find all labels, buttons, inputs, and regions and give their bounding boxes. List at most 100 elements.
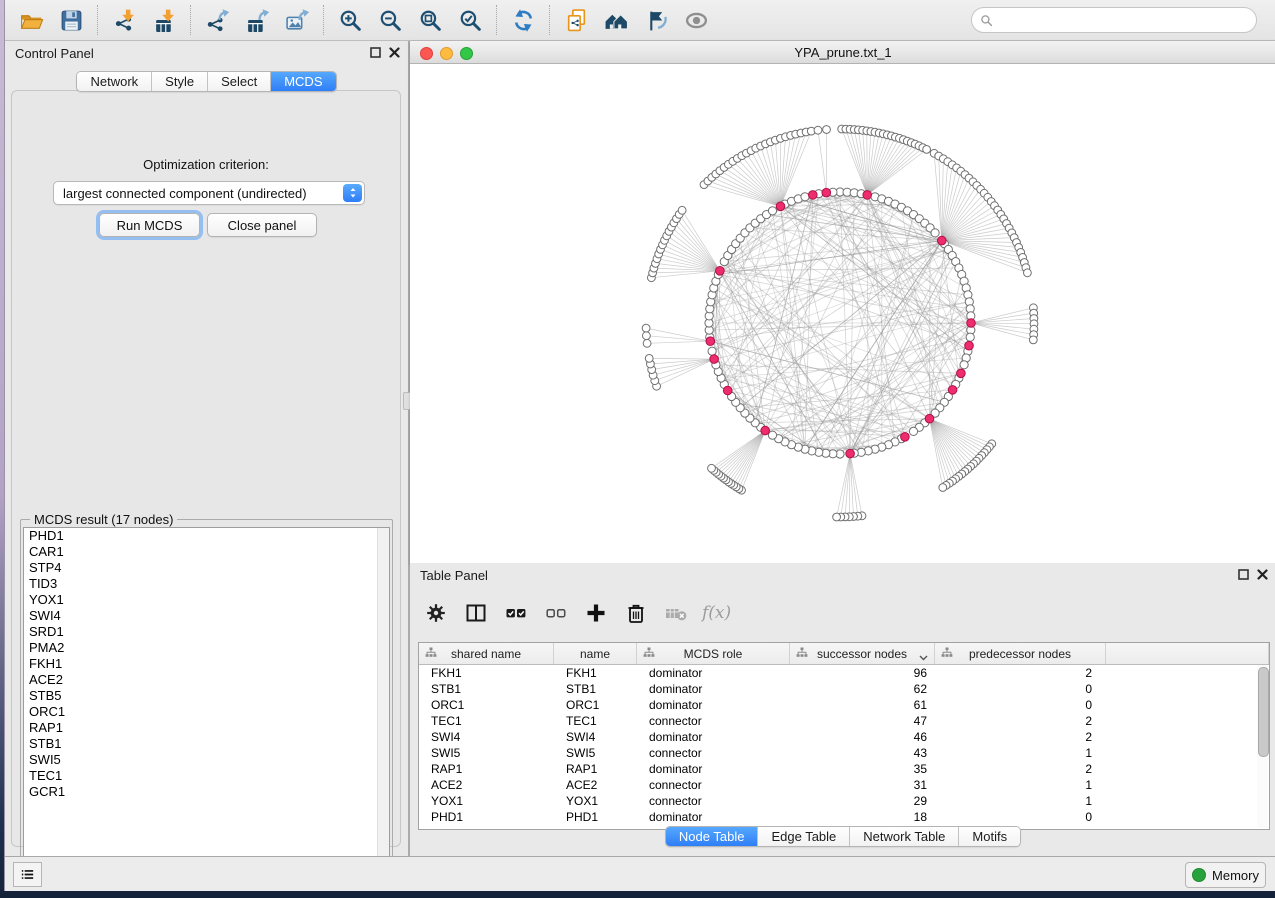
tab-mcds[interactable]: MCDS bbox=[270, 72, 335, 91]
cell-successor-nodes[interactable]: 18 bbox=[790, 810, 935, 824]
search-field[interactable] bbox=[971, 7, 1257, 33]
show-graphics-details-button[interactable] bbox=[676, 5, 716, 35]
tab-edge-table[interactable]: Edge Table bbox=[757, 827, 849, 846]
cell-shared-name[interactable]: ORC1 bbox=[419, 698, 554, 712]
cell-MCDS-role[interactable]: dominator bbox=[637, 762, 790, 776]
column-header-MCDS-role[interactable]: MCDS role bbox=[637, 643, 790, 664]
cell-MCDS-role[interactable]: dominator bbox=[637, 666, 790, 680]
home-button[interactable] bbox=[596, 5, 636, 35]
import-table-button[interactable] bbox=[144, 5, 184, 35]
unselect-all-button[interactable] bbox=[538, 596, 574, 630]
select-all-button[interactable] bbox=[498, 596, 534, 630]
float-window-icon[interactable] bbox=[370, 47, 381, 58]
cell-predecessor-nodes[interactable]: 0 bbox=[935, 682, 1106, 696]
zoom-out-button[interactable] bbox=[370, 5, 410, 35]
cell-MCDS-role[interactable]: connector bbox=[637, 714, 790, 728]
cell-successor-nodes[interactable]: 43 bbox=[790, 746, 935, 760]
cell-shared-name[interactable]: TEC1 bbox=[419, 714, 554, 728]
add-row-button[interactable] bbox=[578, 596, 614, 630]
cell-predecessor-nodes[interactable]: 2 bbox=[935, 730, 1106, 744]
cell-MCDS-role[interactable]: dominator bbox=[637, 698, 790, 712]
cell-MCDS-role[interactable]: dominator bbox=[637, 682, 790, 696]
table-row[interactable]: FKH1FKH1dominator962 bbox=[419, 665, 1269, 681]
table-row[interactable]: PHD1PHD1dominator180 bbox=[419, 809, 1269, 825]
table-row[interactable]: RAP1RAP1dominator352 bbox=[419, 761, 1269, 777]
cell-MCDS-role[interactable]: connector bbox=[637, 746, 790, 760]
mcds-result-item[interactable]: SWI5 bbox=[24, 752, 389, 768]
cell-successor-nodes[interactable]: 46 bbox=[790, 730, 935, 744]
mcds-result-item[interactable]: ORC1 bbox=[24, 704, 389, 720]
network-frame-titlebar[interactable]: YPA_prune.txt_1 bbox=[410, 41, 1275, 64]
cell-successor-nodes[interactable]: 62 bbox=[790, 682, 935, 696]
cell-MCDS-role[interactable]: dominator bbox=[637, 730, 790, 744]
tab-node-table[interactable]: Node Table bbox=[666, 827, 758, 846]
table-scrollbar[interactable] bbox=[1257, 665, 1268, 828]
cell-predecessor-nodes[interactable]: 1 bbox=[935, 778, 1106, 792]
save-session-button[interactable] bbox=[51, 5, 91, 35]
cell-MCDS-role[interactable]: connector bbox=[637, 794, 790, 808]
run-mcds-button[interactable]: Run MCDS bbox=[99, 213, 200, 237]
search-input[interactable] bbox=[998, 12, 1248, 28]
mcds-result-item[interactable]: PHD1 bbox=[24, 528, 389, 544]
cell-predecessor-nodes[interactable]: 2 bbox=[935, 666, 1106, 680]
table-row[interactable]: ACE2ACE2connector311 bbox=[419, 777, 1269, 793]
mcds-result-item[interactable]: SRD1 bbox=[24, 624, 389, 640]
cell-name[interactable]: SWI4 bbox=[554, 730, 637, 744]
memory-button[interactable]: Memory bbox=[1185, 862, 1266, 888]
cell-successor-nodes[interactable]: 47 bbox=[790, 714, 935, 728]
cell-name[interactable]: RAP1 bbox=[554, 762, 637, 776]
cell-predecessor-nodes[interactable]: 2 bbox=[935, 762, 1106, 776]
mcds-result-item[interactable]: YOX1 bbox=[24, 592, 389, 608]
criterion-dropdown[interactable]: largest connected component (undirected) bbox=[53, 181, 365, 205]
close-panel-icon[interactable] bbox=[389, 47, 400, 58]
cell-successor-nodes[interactable]: 31 bbox=[790, 778, 935, 792]
import-network-button[interactable] bbox=[104, 5, 144, 35]
cell-name[interactable]: ACE2 bbox=[554, 778, 637, 792]
mcds-result-item[interactable]: STP4 bbox=[24, 560, 389, 576]
float-window-icon[interactable] bbox=[1238, 569, 1249, 580]
zoom-fit-button[interactable] bbox=[410, 5, 450, 35]
zoom-in-button[interactable] bbox=[330, 5, 370, 35]
tab-network[interactable]: Network bbox=[77, 72, 151, 91]
cell-successor-nodes[interactable]: 96 bbox=[790, 666, 935, 680]
mcds-list-scrollbar[interactable] bbox=[377, 528, 389, 880]
cell-name[interactable]: ORC1 bbox=[554, 698, 637, 712]
cell-shared-name[interactable]: STB1 bbox=[419, 682, 554, 696]
column-header-successor-nodes[interactable]: successor nodes bbox=[790, 643, 935, 664]
tab-select[interactable]: Select bbox=[207, 72, 270, 91]
close-panel-icon[interactable] bbox=[1257, 569, 1268, 580]
mcds-result-item[interactable]: STB5 bbox=[24, 688, 389, 704]
table-scroll-thumb[interactable] bbox=[1258, 667, 1269, 757]
open-file-button[interactable] bbox=[11, 5, 51, 35]
cell-shared-name[interactable]: FKH1 bbox=[419, 666, 554, 680]
cell-successor-nodes[interactable]: 29 bbox=[790, 794, 935, 808]
mcds-result-item[interactable]: TEC1 bbox=[24, 768, 389, 784]
export-network-button[interactable] bbox=[197, 5, 237, 35]
cell-successor-nodes[interactable]: 61 bbox=[790, 698, 935, 712]
cell-predecessor-nodes[interactable]: 1 bbox=[935, 746, 1106, 760]
cell-name[interactable]: YOX1 bbox=[554, 794, 637, 808]
clone-network-button[interactable] bbox=[556, 5, 596, 35]
table-row[interactable]: SWI5SWI5connector431 bbox=[419, 745, 1269, 761]
cell-shared-name[interactable]: SWI4 bbox=[419, 730, 554, 744]
mcds-result-item[interactable]: FKH1 bbox=[24, 656, 389, 672]
show-column-button[interactable] bbox=[458, 596, 494, 630]
settings-gear-button[interactable] bbox=[418, 596, 454, 630]
table-row[interactable]: STB1STB1dominator620 bbox=[419, 681, 1269, 697]
mcds-result-item[interactable]: ACE2 bbox=[24, 672, 389, 688]
cell-MCDS-role[interactable]: connector bbox=[637, 778, 790, 792]
cell-shared-name[interactable]: ACE2 bbox=[419, 778, 554, 792]
tab-motifs[interactable]: Motifs bbox=[958, 827, 1020, 846]
table-row[interactable]: YOX1YOX1connector291 bbox=[419, 793, 1269, 809]
network-canvas[interactable] bbox=[410, 64, 1275, 563]
cell-name[interactable]: SWI5 bbox=[554, 746, 637, 760]
table-row[interactable]: TEC1TEC1connector472 bbox=[419, 713, 1269, 729]
cell-predecessor-nodes[interactable]: 1 bbox=[935, 794, 1106, 808]
cell-shared-name[interactable]: YOX1 bbox=[419, 794, 554, 808]
export-table-button[interactable] bbox=[237, 5, 277, 35]
mcds-result-item[interactable]: RAP1 bbox=[24, 720, 389, 736]
delete-row-button[interactable] bbox=[618, 596, 654, 630]
zoom-selected-button[interactable] bbox=[450, 5, 490, 35]
mcds-result-list[interactable]: PHD1CAR1STP4TID3YOX1SWI4SRD1PMA2FKH1ACE2… bbox=[23, 527, 390, 881]
cell-predecessor-nodes[interactable]: 2 bbox=[935, 714, 1106, 728]
